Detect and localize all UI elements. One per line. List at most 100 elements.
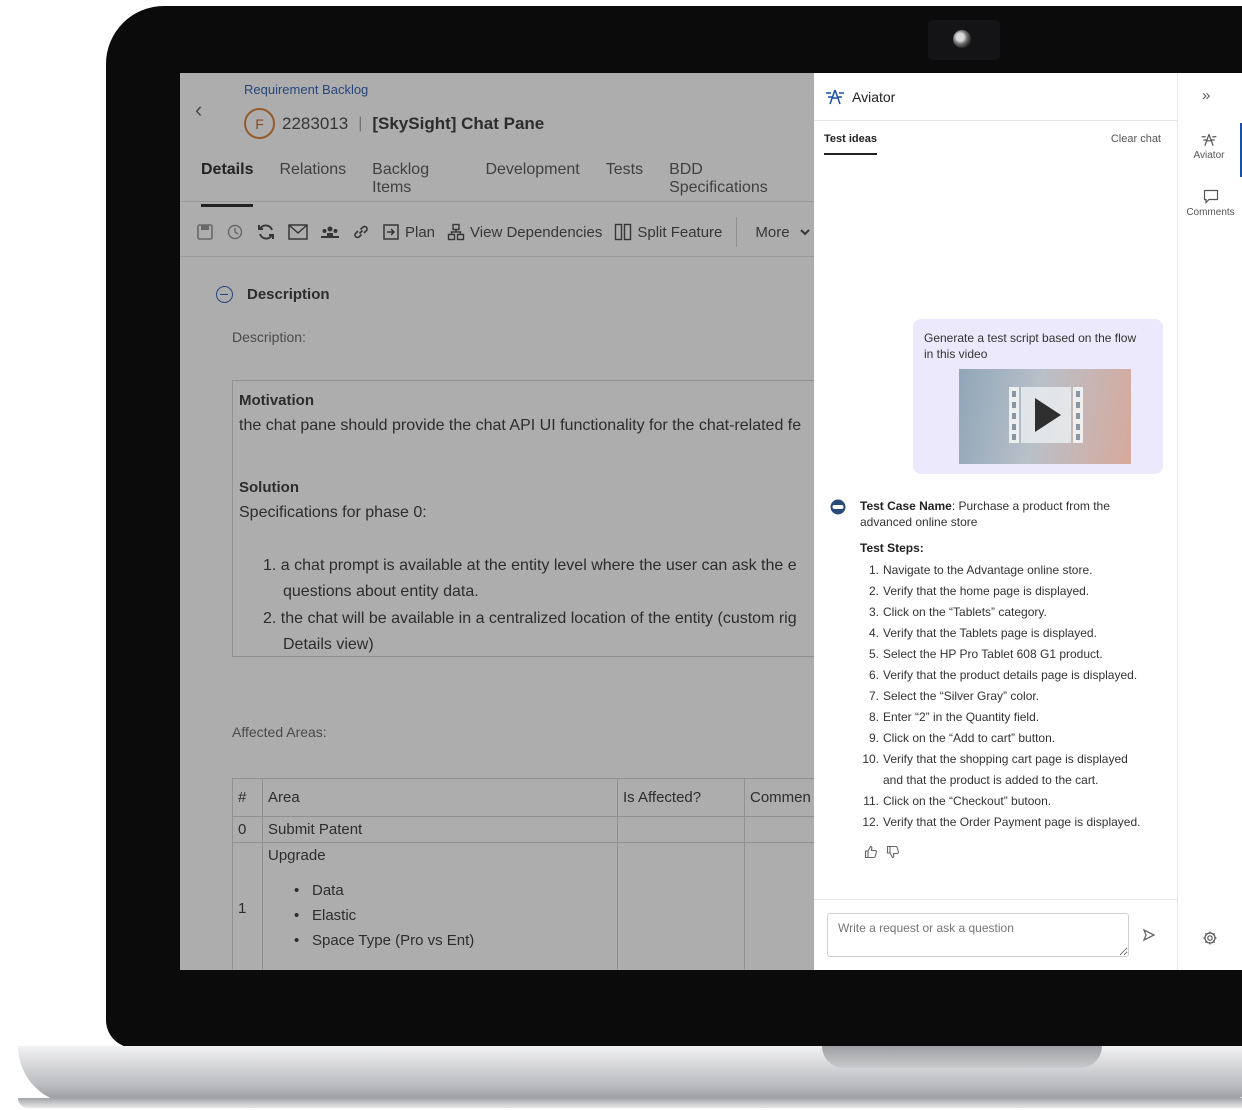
list-item: 2. Verify that the home page is displayed… (860, 581, 1160, 602)
team-icon[interactable] (320, 224, 340, 240)
bot-icon (830, 499, 846, 515)
page-title: [SkySight] Chat Pane (372, 113, 545, 133)
table-cell: 0 (232, 816, 263, 843)
history-icon[interactable] (226, 223, 244, 241)
step-number: 8. (868, 710, 879, 724)
step-number: 6. (868, 668, 879, 682)
test-case-name-label: Test Case Name (860, 499, 952, 513)
step-number (860, 770, 879, 791)
back-arrow-icon[interactable]: ‹ (195, 97, 202, 123)
view-dependencies-button[interactable]: View Dependencies (447, 223, 602, 241)
rail-item-aviator[interactable]: Aviator (1178, 123, 1242, 177)
list-item-text: a chat prompt is available at the entity… (280, 557, 797, 574)
column-header: Commen (744, 778, 814, 817)
video-thumbnail[interactable] (959, 369, 1131, 464)
list-item: 1. Navigate to the Advantage online store… (860, 560, 1160, 581)
list-item: 1. a chat prompt is available at the ent… (263, 553, 797, 605)
more-button[interactable]: More (755, 224, 811, 241)
clear-chat-button[interactable]: Clear chat (1111, 133, 1161, 145)
list-item: 8. Enter “2” in the Quantity field. (860, 707, 1160, 728)
step-number: 9. (868, 731, 879, 745)
assistant-answer: Test Case Name: Purchase a product from … (860, 498, 1160, 833)
refresh-icon[interactable] (256, 222, 276, 242)
list-item-text: the chat will be available in a centrali… (280, 610, 797, 627)
rail-item-label: Aviator (1193, 150, 1225, 161)
step-number: 5. (868, 647, 879, 661)
test-steps-list: 1. Navigate to the Advantage online store… (860, 560, 1160, 833)
step-text: Verify that the Order Payment page is di… (883, 815, 1141, 829)
column-header: Is Affected? (617, 778, 745, 817)
table-row[interactable]: 0 Submit Patent (232, 816, 814, 843)
list-item: and that the product is added to the car… (860, 770, 1160, 791)
panel-title: Aviator (852, 89, 896, 105)
description-content[interactable]: Motivation the chat pane should provide … (232, 380, 814, 657)
list-item: Space Type (Pro vs Ent) (290, 928, 612, 953)
split-feature-label: Split Feature (637, 223, 723, 241)
test-case-name: Test Case Name: Purchase a product from … (860, 498, 1160, 530)
video-play-icon (1009, 387, 1083, 443)
step-number: 4. (868, 626, 879, 640)
settings-icon[interactable] (1202, 930, 1218, 946)
list-item: 12. Verify that the Order Payment page is… (860, 812, 1160, 833)
plan-label: Plan (405, 223, 436, 241)
laptop-base-edge (18, 1098, 1242, 1108)
test-steps-label: Test Steps: (860, 541, 924, 555)
step-text: Select the “Silver Gray” color. (883, 689, 1040, 703)
split-feature-button[interactable]: Split Feature (614, 223, 722, 241)
table-header-row: # Area Is Affected? Commen (232, 778, 814, 817)
view-dependencies-label: View Dependencies (470, 223, 603, 241)
table-cell (744, 842, 814, 970)
entity-id: 2283013 (282, 113, 349, 133)
plan-icon (383, 224, 399, 240)
entity-type-badge: F (244, 108, 275, 139)
collapse-section-icon[interactable] (216, 286, 233, 303)
step-number: 11. (863, 794, 879, 808)
step-number: 7. (868, 689, 879, 703)
step-text: Click on the “Tablets” category. (883, 605, 1047, 619)
table-cell: Submit Patent (262, 816, 618, 843)
divider (180, 256, 814, 257)
mail-icon[interactable] (288, 224, 308, 240)
motivation-heading: Motivation (239, 392, 314, 409)
table-row[interactable]: 1 Upgrade Data Elastic Space Type (Pro v… (232, 842, 814, 970)
column-header: # (232, 778, 263, 817)
step-text: Click on the “Add to cart” button. (883, 731, 1056, 745)
rail-item-label: Comments (1186, 207, 1235, 218)
breadcrumb[interactable]: Requirement Backlog (244, 82, 368, 97)
section-title: Description (247, 286, 330, 303)
link-icon[interactable] (352, 223, 370, 241)
split-icon (615, 223, 632, 241)
step-text: Verify that the product details page is … (883, 668, 1138, 682)
toolbar: Plan View Dependencies Split Feature Mor… (196, 217, 814, 247)
list-item-text-continued: Details view) (283, 636, 374, 653)
user-message-text: Generate a test script based on the flow… (924, 331, 1137, 361)
tab-test-ideas[interactable]: Test ideas (824, 133, 877, 155)
aviator-panel: Aviator Test ideas Clear chat Generate a… (814, 73, 1177, 970)
list-item: 7. Select the “Silver Gray” color. (860, 686, 1160, 707)
thumbs-down-icon[interactable] (886, 845, 900, 864)
step-number: 1. (868, 563, 879, 577)
solution-heading: Solution (239, 479, 299, 496)
more-label: More (755, 223, 790, 241)
laptop-notch (822, 1046, 1102, 1068)
chat-input[interactable] (827, 913, 1129, 957)
user-message: Generate a test script based on the flow… (913, 319, 1163, 474)
right-rail: » Aviator Comments (1177, 73, 1242, 970)
step-number: 2. (868, 584, 879, 598)
area-bullets: Data Elastic Space Type (Pro vs Ent) (290, 878, 612, 953)
save-icon[interactable] (196, 223, 214, 241)
collapse-icon[interactable]: » (1202, 87, 1210, 104)
description-section-header[interactable]: Description (216, 286, 330, 303)
divider (180, 201, 814, 202)
comment-icon (1203, 189, 1218, 204)
plan-button[interactable]: Plan (382, 223, 435, 241)
affected-areas-label: Affected Areas: (232, 724, 327, 740)
send-icon[interactable] (1142, 928, 1156, 942)
area-name: Upgrade (268, 847, 326, 864)
affected-areas-table: # Area Is Affected? Commen 0 Submit Pate… (232, 778, 814, 970)
thumbs-up-icon[interactable] (864, 845, 878, 864)
dependencies-icon (447, 223, 465, 241)
list-item-number: 2. (263, 610, 277, 627)
rail-item-comments[interactable]: Comments (1178, 189, 1242, 218)
laptop-mockup: ‹ Requirement Backlog F 2283013 | [SkySi… (0, 0, 1242, 1110)
